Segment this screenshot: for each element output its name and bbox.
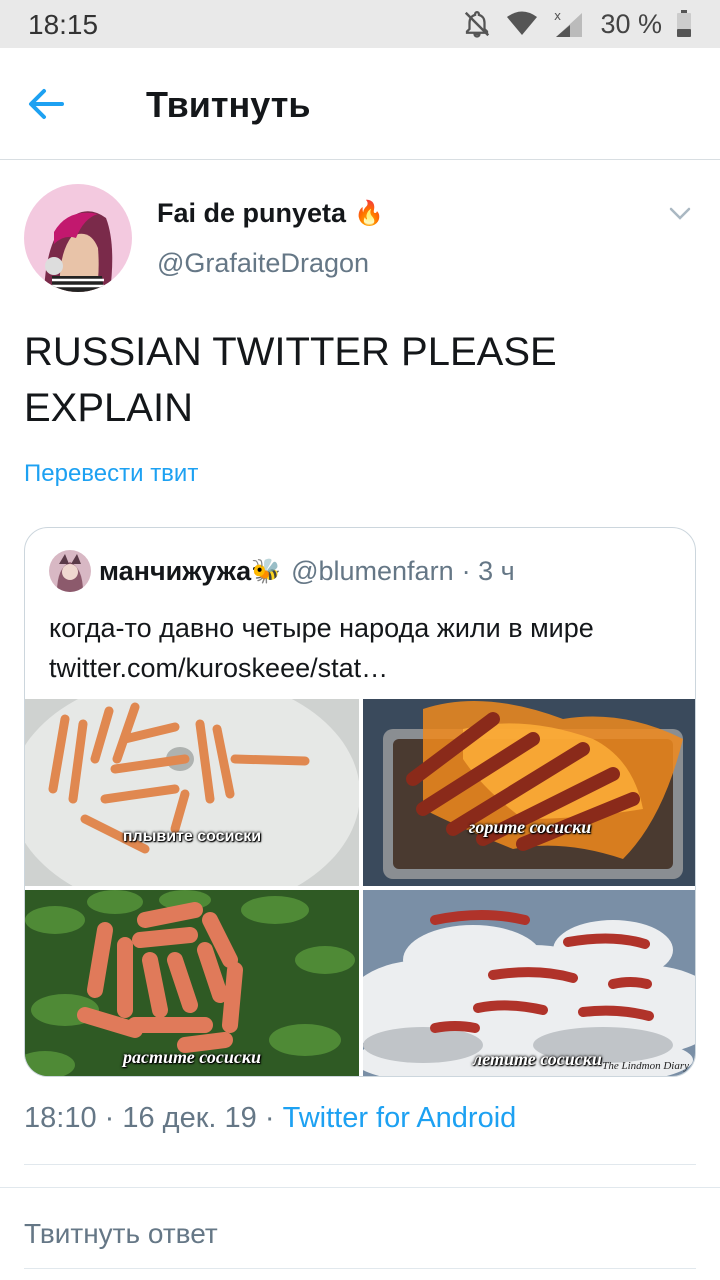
author-avatar[interactable] [24, 184, 132, 292]
quoted-image-4[interactable]: летите сосиски The Lindmon Diary [363, 890, 695, 1076]
author-name-text: Fai de punyeta [157, 198, 347, 228]
status-time: 18:15 [28, 9, 99, 40]
svg-text:x: x [554, 9, 561, 23]
quoted-time: · 3 ч [461, 556, 515, 586]
author-handle[interactable]: @GrafaiteDragon [157, 248, 369, 279]
quoted-image-2[interactable]: горите сосиски [363, 699, 695, 886]
quoted-header: манчижужа 🐝 @blumenfarn · 3 ч [99, 556, 515, 587]
tweet-date: 16 дек. 19 [122, 1102, 257, 1134]
quoted-author-name: манчижужа [99, 556, 252, 586]
quoted-author-avatar [49, 550, 91, 592]
status-icons: x 30 % [462, 8, 692, 40]
image-watermark: The Lindmon Diary [602, 1060, 689, 1072]
divider [24, 1164, 696, 1165]
tweet-time: 18:10 [24, 1102, 97, 1134]
chevron-down-icon [669, 207, 691, 220]
meta-separator: · [256, 1102, 283, 1134]
quoted-image-3[interactable]: растите сосиски [25, 890, 359, 1076]
divider [0, 1187, 720, 1188]
page-title: Твитнуть [146, 84, 311, 125]
signal-icon: x [554, 9, 583, 37]
image-caption: растите сосиски [123, 1047, 261, 1067]
tweet-text: RUSSIAN TWITTER PLEASE EXPLAIN [24, 330, 557, 430]
image-caption: горите сосиски [468, 817, 592, 837]
app-bar: Твитнуть [0, 48, 720, 160]
battery-icon [677, 10, 691, 37]
bell-off-icon [465, 11, 490, 38]
tweet-menu-button[interactable] [660, 198, 700, 230]
meta-separator: · [96, 1102, 123, 1134]
status-bar: 18:15 x 30 % [0, 0, 720, 48]
back-button[interactable] [28, 78, 84, 130]
reply-input[interactable]: Твитнуть ответ [24, 1218, 218, 1250]
tweet-meta: 18:10 · 16 дек. 19 · Twitter for Android [24, 1102, 516, 1135]
author-name[interactable]: Fai de punyeta 🔥 [157, 198, 384, 229]
tweet-source-link[interactable]: Twitter for Android [283, 1102, 517, 1134]
quoted-text: когда-то давно четыре народа жили в мире… [49, 613, 594, 683]
quoted-tweet[interactable]: манчижужа 🐝 @blumenfarn · 3 ч когда-то д… [24, 527, 696, 1077]
image-caption: плывите сосиски [122, 828, 262, 845]
quoted-author-handle: @blumenfarn [291, 556, 454, 586]
fire-icon: 🔥 [354, 200, 384, 227]
battery-percent: 30 % [600, 8, 662, 39]
quoted-image-1[interactable]: плывите сосиски [25, 699, 359, 886]
translate-tweet-link[interactable]: Перевести твит [24, 460, 198, 488]
bee-icon: 🐝 [251, 558, 282, 585]
quoted-media-grid: плывите сосиски горите сосиски растите с… [25, 699, 695, 1076]
divider [24, 1268, 696, 1269]
arrow-left-icon [29, 89, 64, 119]
wifi-icon [507, 11, 538, 35]
